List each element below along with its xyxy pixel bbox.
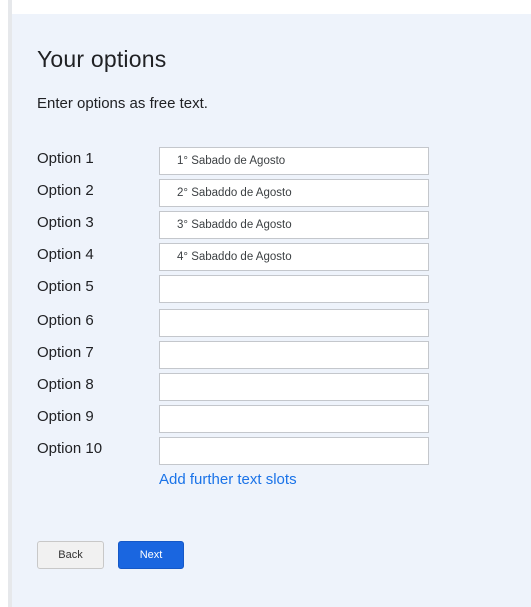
next-button[interactable]: Next bbox=[118, 541, 184, 569]
option-2-input[interactable] bbox=[159, 179, 429, 207]
instructions-text: Enter options as free text. bbox=[37, 95, 208, 112]
option-label: Option 3 bbox=[37, 214, 94, 231]
option-label: Option 7 bbox=[37, 344, 94, 361]
option-9-input[interactable] bbox=[159, 405, 429, 433]
page-title: Your options bbox=[37, 46, 167, 72]
option-label: Option 6 bbox=[37, 312, 94, 329]
option-8-input[interactable] bbox=[159, 373, 429, 401]
option-4-input[interactable] bbox=[159, 243, 429, 271]
option-label: Option 2 bbox=[37, 182, 94, 199]
back-button[interactable]: Back bbox=[37, 541, 104, 569]
option-label: Option 8 bbox=[37, 376, 94, 393]
option-10-input[interactable] bbox=[159, 437, 429, 465]
option-label: Option 4 bbox=[37, 246, 94, 263]
option-label: Option 1 bbox=[37, 150, 94, 167]
add-further-text-slots-link[interactable]: Add further text slots bbox=[159, 471, 297, 488]
option-label: Option 10 bbox=[37, 440, 103, 457]
option-3-input[interactable] bbox=[159, 211, 429, 239]
option-5-input[interactable] bbox=[159, 275, 429, 303]
option-1-input[interactable] bbox=[159, 147, 429, 175]
option-label: Option 5 bbox=[37, 278, 94, 295]
option-6-input[interactable] bbox=[159, 309, 429, 337]
option-label: Option 9 bbox=[37, 408, 94, 425]
option-7-input[interactable] bbox=[159, 341, 429, 369]
